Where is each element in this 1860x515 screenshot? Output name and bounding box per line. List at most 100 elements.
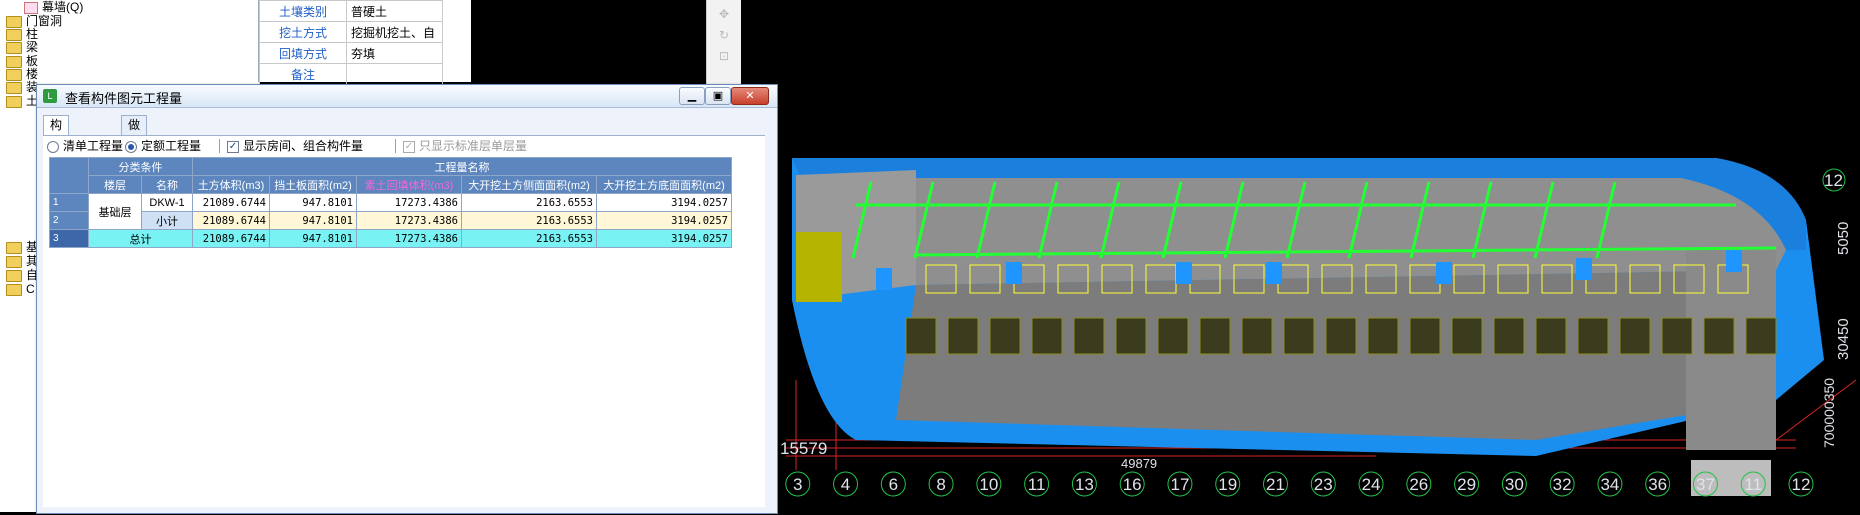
dialog-titlebar[interactable]: L 查看构件图元工程量 ▁ ▣ ✕: [37, 85, 777, 108]
property-key: 土壤类别: [259, 0, 347, 22]
axis-label: 11: [1744, 475, 1762, 494]
unit-block: [1367, 317, 1399, 355]
tree-item-decoration[interactable]: 装: [6, 80, 38, 95]
unit-block: [1073, 317, 1105, 355]
axis-label: 32: [1553, 475, 1572, 494]
axis-bubble: 11: [1740, 471, 1766, 497]
close-button[interactable]: ✕: [731, 87, 769, 105]
axis-label: 36: [1648, 475, 1667, 494]
unit-block: [1703, 317, 1735, 355]
axis-bubble: 17: [1167, 471, 1193, 497]
folder-icon: [6, 269, 22, 282]
unit-block: [1241, 317, 1273, 355]
table-row-total[interactable]: 3 总计 21089.6744 947.8101 17273.4386 2163…: [49, 229, 732, 248]
unit-block: [1451, 317, 1483, 355]
table-row[interactable]: 1 基础层 DKW-1 21089.6744 947.8101 17273.43…: [49, 193, 732, 230]
quantity-table: 分类条件 工程量名称 楼层 名称 土方体积(m3) 挡土板面积(m2) 素土回填…: [49, 157, 732, 248]
unit-block: [1493, 317, 1525, 355]
tree-item-custom[interactable]: 自: [6, 268, 38, 283]
property-row[interactable]: 回填方式 夯填: [259, 42, 443, 64]
side-area-cell: 2163.6553: [461, 211, 597, 230]
checkbox-checked-icon: ✓: [403, 140, 415, 153]
folder-icon: [6, 41, 22, 54]
tree-item-foundation[interactable]: 基: [6, 240, 38, 255]
unit-block: [1535, 317, 1567, 355]
tree-item-other[interactable]: 其: [6, 254, 38, 269]
dimension-label-right-bottom: 700000350: [1821, 378, 1837, 448]
column-block: [1176, 262, 1192, 284]
folder-icon: [6, 81, 22, 94]
retaining-area-cell: 947.8101: [269, 193, 357, 212]
axis-bubble: 19: [1215, 471, 1241, 497]
unit-block: [905, 317, 937, 355]
axis-bubble: 21: [1263, 471, 1288, 497]
unit-block: [1031, 317, 1063, 355]
property-row[interactable]: 挖土方式 挖掘机挖土、自: [259, 21, 443, 43]
axis-label: 19: [1218, 475, 1237, 494]
unit-block: [1199, 317, 1231, 355]
dialog-options: 清单工程量 定额工程量 ✓ 显示房间、组合构件量 ✓ 只显示标准层单层量: [43, 135, 765, 156]
rotate-icon[interactable]: ↻: [714, 28, 734, 42]
axis-bubble: 10: [976, 471, 1002, 497]
list-quantity-option[interactable]: 清单工程量: [47, 139, 123, 153]
show-rooms-checkbox[interactable]: ✓ 显示房间、组合构件量: [227, 139, 363, 153]
col-header-floor[interactable]: 楼层: [88, 175, 142, 194]
axis-bubble: 29: [1454, 471, 1480, 497]
roof-slab: [836, 178, 1786, 285]
property-key: 备注: [259, 63, 347, 85]
column-block: [1006, 262, 1022, 284]
axis-bubble: 8: [928, 471, 954, 497]
tree-item-beam[interactable]: 梁: [6, 40, 38, 55]
col-header-retaining-area[interactable]: 挡土板面积(m2): [269, 175, 357, 194]
axis-label: 37: [1696, 475, 1715, 494]
backfill-volume-cell: 17273.4386: [356, 193, 462, 212]
tree-item-cad[interactable]: C: [6, 282, 35, 297]
property-value[interactable]: 夯填: [346, 42, 443, 64]
unit-block: [1325, 317, 1357, 355]
minimize-button[interactable]: ▁: [679, 87, 705, 105]
column-block: [876, 268, 892, 290]
side-area-cell: 2163.6553: [461, 229, 597, 248]
property-row[interactable]: 土壤类别 普硬土: [259, 0, 443, 22]
axis-bubble: 23: [1310, 471, 1336, 497]
table-row-subtotal[interactable]: 2 小计 21089.6744 947.8101 17273.4386 2163…: [49, 211, 732, 230]
3d-viewport[interactable]: 1346810111316171921232426293032343637111…: [737, 0, 1860, 512]
unit-block: [947, 317, 979, 355]
retaining-area-cell: 947.8101: [269, 211, 357, 230]
retaining-area-cell: 947.8101: [269, 229, 357, 248]
building-model: 1346810111316171921232426293032343637111…: [737, 158, 1857, 497]
fit-icon[interactable]: ⊡: [714, 49, 734, 63]
axis-label: 13: [1075, 475, 1094, 494]
tab-method-quantity[interactable]: 做法工程量: [121, 115, 148, 208]
bottom-area-cell: 3194.0257: [596, 193, 732, 212]
axis-label: 4: [841, 475, 850, 494]
column-block: [1266, 262, 1282, 284]
axis-label: 30: [1505, 475, 1524, 494]
pan-icon[interactable]: ✥: [714, 7, 734, 21]
checkbox-checked-icon: ✓: [227, 140, 239, 153]
axis-bubble: 16: [1119, 471, 1145, 497]
quota-quantity-option[interactable]: 定额工程量: [125, 139, 201, 153]
corner-cell: [49, 157, 89, 194]
axis-label: 23: [1314, 475, 1333, 494]
axis-label: 21: [1266, 475, 1285, 494]
axis-label: 10: [979, 475, 998, 494]
col-header-bottom-area[interactable]: 大开挖土方底面面积(m2): [596, 175, 732, 194]
tree-item-earthwork[interactable]: 土: [6, 94, 38, 109]
tree-item-curtain-wall[interactable]: 幕墙(Q): [24, 0, 83, 15]
name-cell: 小计: [141, 211, 193, 230]
maximize-button[interactable]: ▣: [705, 87, 731, 105]
tab-component-quantity[interactable]: 构件工程量: [43, 115, 70, 208]
col-header-earth-volume[interactable]: 土方体积(m3): [192, 175, 270, 194]
unit-block: [1619, 317, 1651, 355]
property-value[interactable]: 普硬土: [346, 0, 443, 22]
column-block: [1726, 250, 1742, 272]
property-row[interactable]: 备注: [259, 63, 443, 85]
axis-bubble: 32: [1549, 471, 1575, 497]
col-header-name[interactable]: 名称: [141, 175, 193, 194]
property-value[interactable]: [346, 63, 443, 85]
axis-bubble: 12: [1788, 471, 1814, 497]
col-header-backfill-volume[interactable]: 素土回填体积(m3): [356, 175, 462, 194]
col-header-side-area[interactable]: 大开挖土方侧面面积(m2): [461, 175, 597, 194]
property-value[interactable]: 挖掘机挖土、自: [346, 21, 443, 43]
